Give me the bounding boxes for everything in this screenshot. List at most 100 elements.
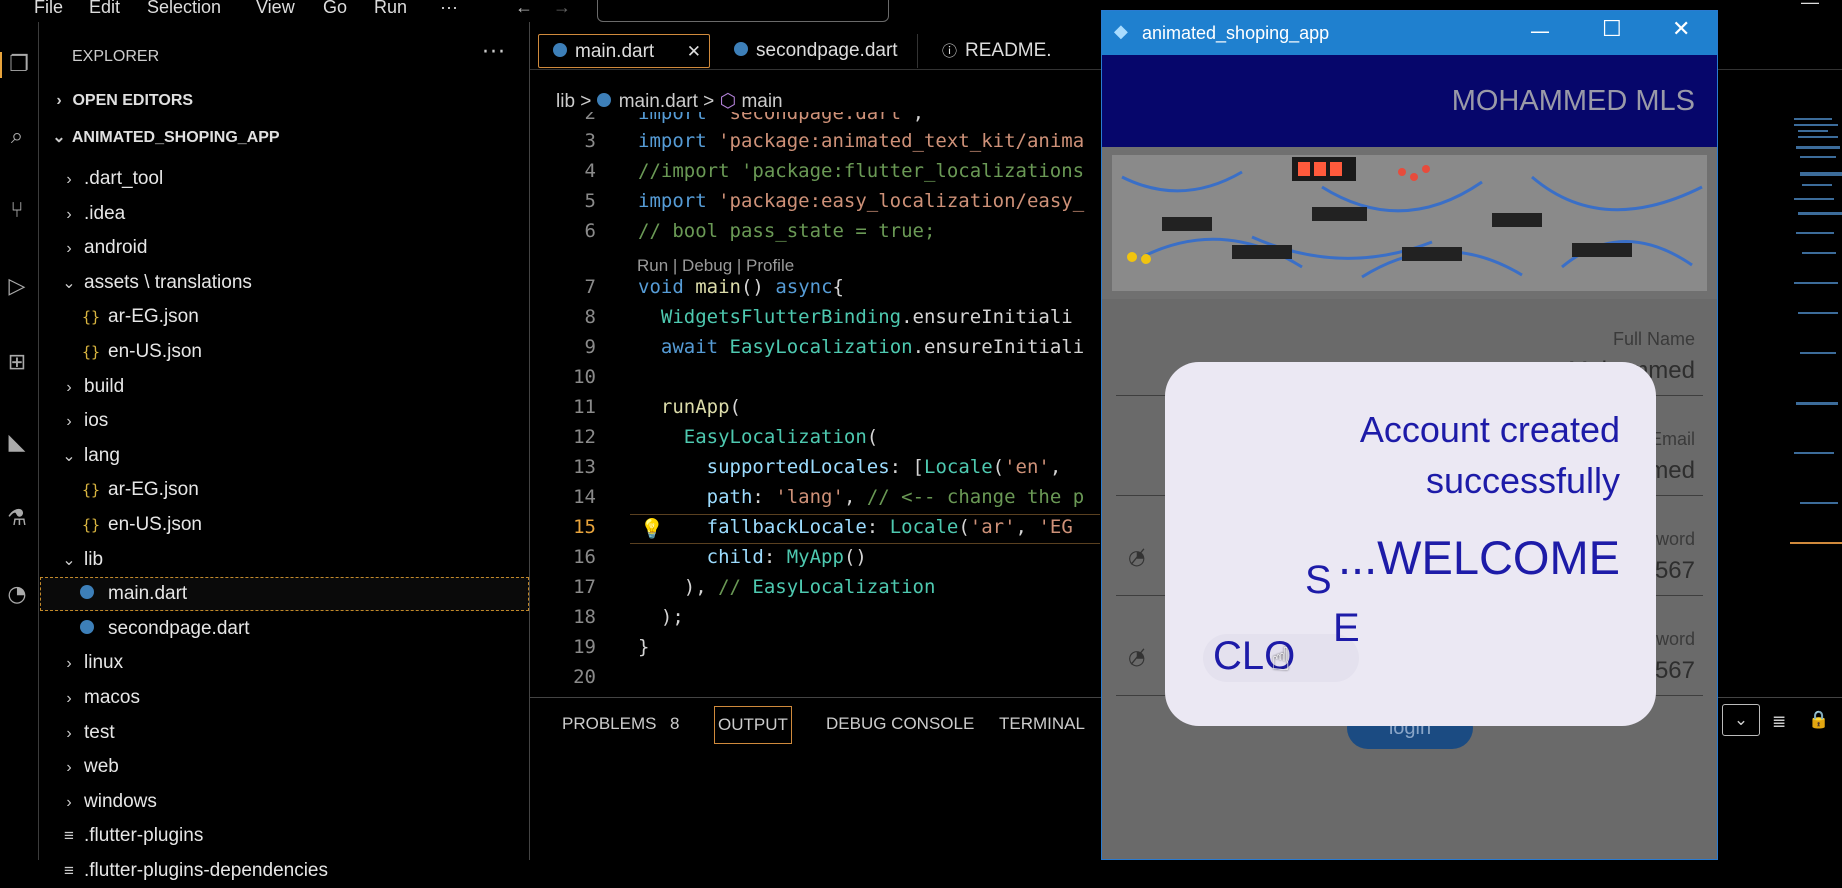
tab-debug-console[interactable]: DEBUG CONSOLE (826, 714, 974, 734)
command-center-search[interactable] (597, 0, 889, 22)
menu-run[interactable]: Run (374, 0, 407, 18)
chevron-right-icon: › (66, 724, 72, 742)
open-editors-section[interactable]: › OPEN EDITORS (50, 92, 193, 110)
tab-secondpage-dart[interactable]: secondpage.dart (720, 34, 918, 68)
tree-item[interactable]: {} ar-EG.json (40, 473, 529, 507)
eye-slash-icon[interactable]: ◔̸ (1128, 645, 1162, 669)
minimap[interactable] (1790, 112, 1842, 697)
tree-item[interactable]: secondpage.dart (40, 612, 529, 646)
tree-item[interactable]: ⌄ lang (40, 439, 529, 473)
app-window-titlebar: ◆ animated_shoping_app — ☐ ✕ (1102, 11, 1717, 55)
line-number: 3 (584, 130, 596, 152)
flutter-icon[interactable]: ◣ (4, 430, 30, 456)
clear-output-icon[interactable]: ≣ (1772, 712, 1786, 732)
menu-go[interactable]: Go (323, 0, 347, 18)
code-line[interactable]: // bool pass_state = true; (638, 220, 935, 242)
tree-item[interactable]: › .dart_tool (40, 162, 529, 196)
code-editor[interactable]: 2 import 'secondpage.dart'; 3 import 'packa… (530, 112, 1100, 697)
code-line[interactable]: import 'secondpage.dart'; (638, 112, 924, 124)
minimize-icon[interactable]: — (1801, 0, 1819, 13)
cube-icon: ⬡ (719, 91, 737, 112)
project-section[interactable]: ⌄ ANIMATED_SHOPING_APP (50, 127, 279, 147)
line-number: 18 (573, 606, 596, 628)
tree-item[interactable]: › windows (40, 785, 529, 819)
tree-item[interactable]: {} ar-EG.json (40, 300, 529, 334)
tree-item[interactable]: › web (40, 750, 529, 784)
chevron-right-icon: › (66, 793, 72, 811)
search-icon[interactable]: ⌕ (4, 124, 30, 150)
chevron-down-icon: ⌄ (62, 551, 76, 569)
tree-item[interactable]: {} en-US.json (40, 508, 529, 542)
flutter-logo-icon: ◆ (1114, 21, 1128, 42)
tree-item[interactable]: main.dart (40, 577, 529, 612)
tree-item[interactable]: ⌄ lib (40, 543, 529, 577)
code-line[interactable]: ), // EasyLocalization (638, 576, 936, 598)
forward-arrow-icon[interactable]: → (553, 0, 571, 18)
close-icon[interactable]: ✕ (687, 35, 701, 69)
tab-label: README. (965, 40, 1052, 61)
dart-file-icon (80, 619, 94, 634)
tree-item[interactable]: › .idea (40, 197, 529, 231)
codelens-run-debug-profile[interactable]: Run | Debug | Profile (637, 256, 794, 276)
code-line[interactable]: import 'package:animated_text_kit/anima (638, 130, 1084, 152)
explorer-files-icon[interactable]: ❐ (0, 52, 36, 78)
tree-item[interactable]: ≡ .flutter-plugins-dependencies (40, 854, 529, 888)
menu-file[interactable]: File (34, 0, 63, 18)
menu-selection[interactable]: Selection (147, 0, 221, 18)
window-maximize-button[interactable]: ☐ (1602, 17, 1622, 42)
tree-item[interactable]: › test (40, 716, 529, 750)
code-line[interactable]: WidgetsFlutterBinding.ensureInitiali (638, 306, 1073, 328)
tab-terminal[interactable]: TERMINAL (999, 714, 1085, 734)
back-arrow-icon[interactable]: ← (515, 0, 533, 18)
tab-problems[interactable]: PROBLEMS (562, 714, 656, 734)
breadcrumb-symbol[interactable]: main (741, 91, 782, 112)
extensions-icon[interactable]: ⊞ (4, 350, 30, 376)
tree-item[interactable]: › android (40, 231, 529, 265)
remote-icon[interactable]: ◔ (4, 582, 30, 608)
dart-file-icon (553, 42, 567, 57)
tree-item[interactable]: › macos (40, 681, 529, 715)
code-line[interactable]: runApp( (638, 396, 741, 418)
menu-edit[interactable]: Edit (89, 0, 120, 18)
password-value[interactable]: 567 (1655, 557, 1695, 585)
code-line[interactable]: fallbackLocale: Locale('ar', 'EG (638, 516, 1073, 538)
window-minimize-button[interactable]: — (1530, 19, 1550, 43)
code-line[interactable]: child: MyApp() (638, 546, 867, 568)
code-line[interactable]: path: 'lang', // <-- change the p (638, 486, 1085, 508)
tree-item-label: .idea (84, 202, 126, 224)
tree-item[interactable]: › build (40, 370, 529, 404)
lightbulb-icon[interactable]: 💡 (640, 517, 664, 540)
code-line[interactable]: supportedLocales: [Locale('en', (638, 456, 1062, 478)
lock-icon[interactable]: 🔒 (1808, 710, 1829, 730)
code-line[interactable]: void main() async{ (638, 276, 844, 298)
code-line[interactable]: await EasyLocalization.ensureInitiali (638, 336, 1084, 358)
window-close-button[interactable]: ✕ (1672, 17, 1690, 42)
breadcrumb-file[interactable]: main.dart (619, 91, 698, 112)
explorer-more-button[interactable]: ··· (482, 40, 506, 65)
tree-item-label: web (84, 756, 119, 778)
tree-item[interactable]: ⌄ assets \ translations (40, 266, 529, 300)
tab-readme[interactable]: ⓘ README. (928, 34, 1108, 68)
run-debug-icon[interactable]: ▷ (4, 274, 30, 300)
eye-slash-icon[interactable]: ◔̸ (1128, 545, 1162, 569)
tree-item[interactable]: {} en-US.json (40, 335, 529, 369)
line-number: 2 (584, 112, 596, 124)
code-line[interactable]: //import 'package:flutter_localizations (638, 160, 1084, 182)
source-control-icon[interactable]: ⑂ (4, 198, 30, 224)
code-line[interactable]: } (638, 636, 649, 658)
tab-main-dart[interactable]: main.dart ✕ (538, 34, 710, 68)
tree-item-label: en-US.json (108, 341, 202, 362)
tree-item[interactable]: › linux (40, 646, 529, 680)
output-channel-dropdown[interactable]: ⌄ (1722, 704, 1760, 736)
tab-output[interactable]: OUTPUT (714, 706, 792, 744)
code-line[interactable]: ); (638, 606, 684, 628)
breadcrumb-lib[interactable]: lib (556, 91, 575, 112)
menu-view[interactable]: View (256, 0, 295, 18)
menu-more[interactable]: ··· (440, 0, 458, 18)
tree-item[interactable]: › ios (40, 404, 529, 438)
tree-item[interactable]: ≡ .flutter-plugins (40, 819, 529, 853)
confirm-password-value[interactable]: 567 (1655, 657, 1695, 685)
code-line[interactable]: import 'package:easy_localization/easy_ (638, 190, 1084, 212)
code-line[interactable]: EasyLocalization( (638, 426, 878, 448)
testing-icon[interactable]: ⚗ (4, 506, 30, 532)
